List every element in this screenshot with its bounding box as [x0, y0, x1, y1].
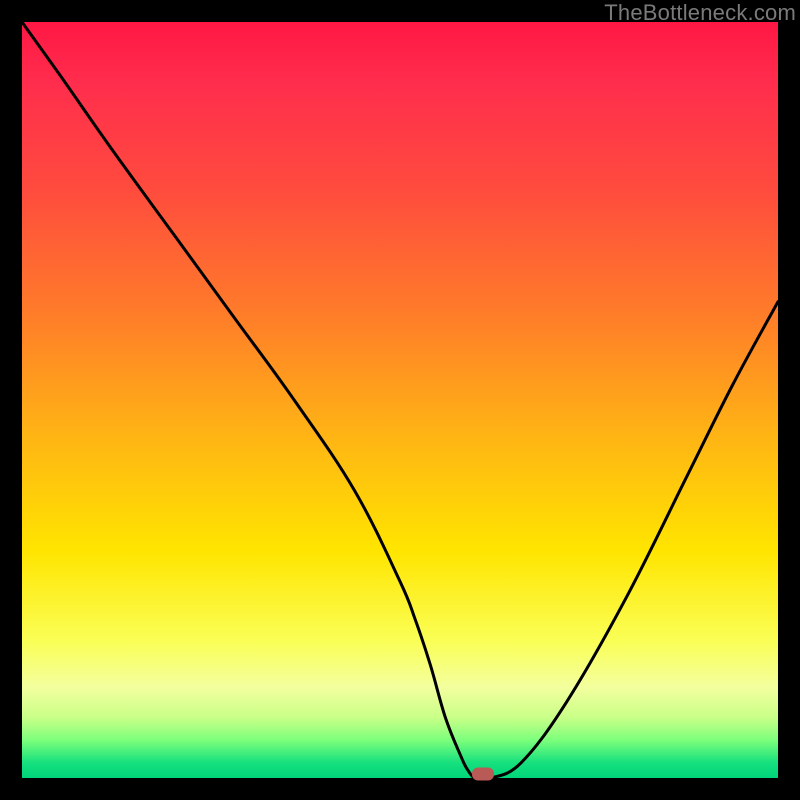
- curve-path: [22, 22, 778, 778]
- bottleneck-curve: [22, 22, 778, 778]
- watermark-text: TheBottleneck.com: [604, 0, 796, 26]
- optimal-point-marker: [472, 768, 494, 781]
- chart-plot-area: [22, 22, 778, 778]
- chart-frame: TheBottleneck.com: [0, 0, 800, 800]
